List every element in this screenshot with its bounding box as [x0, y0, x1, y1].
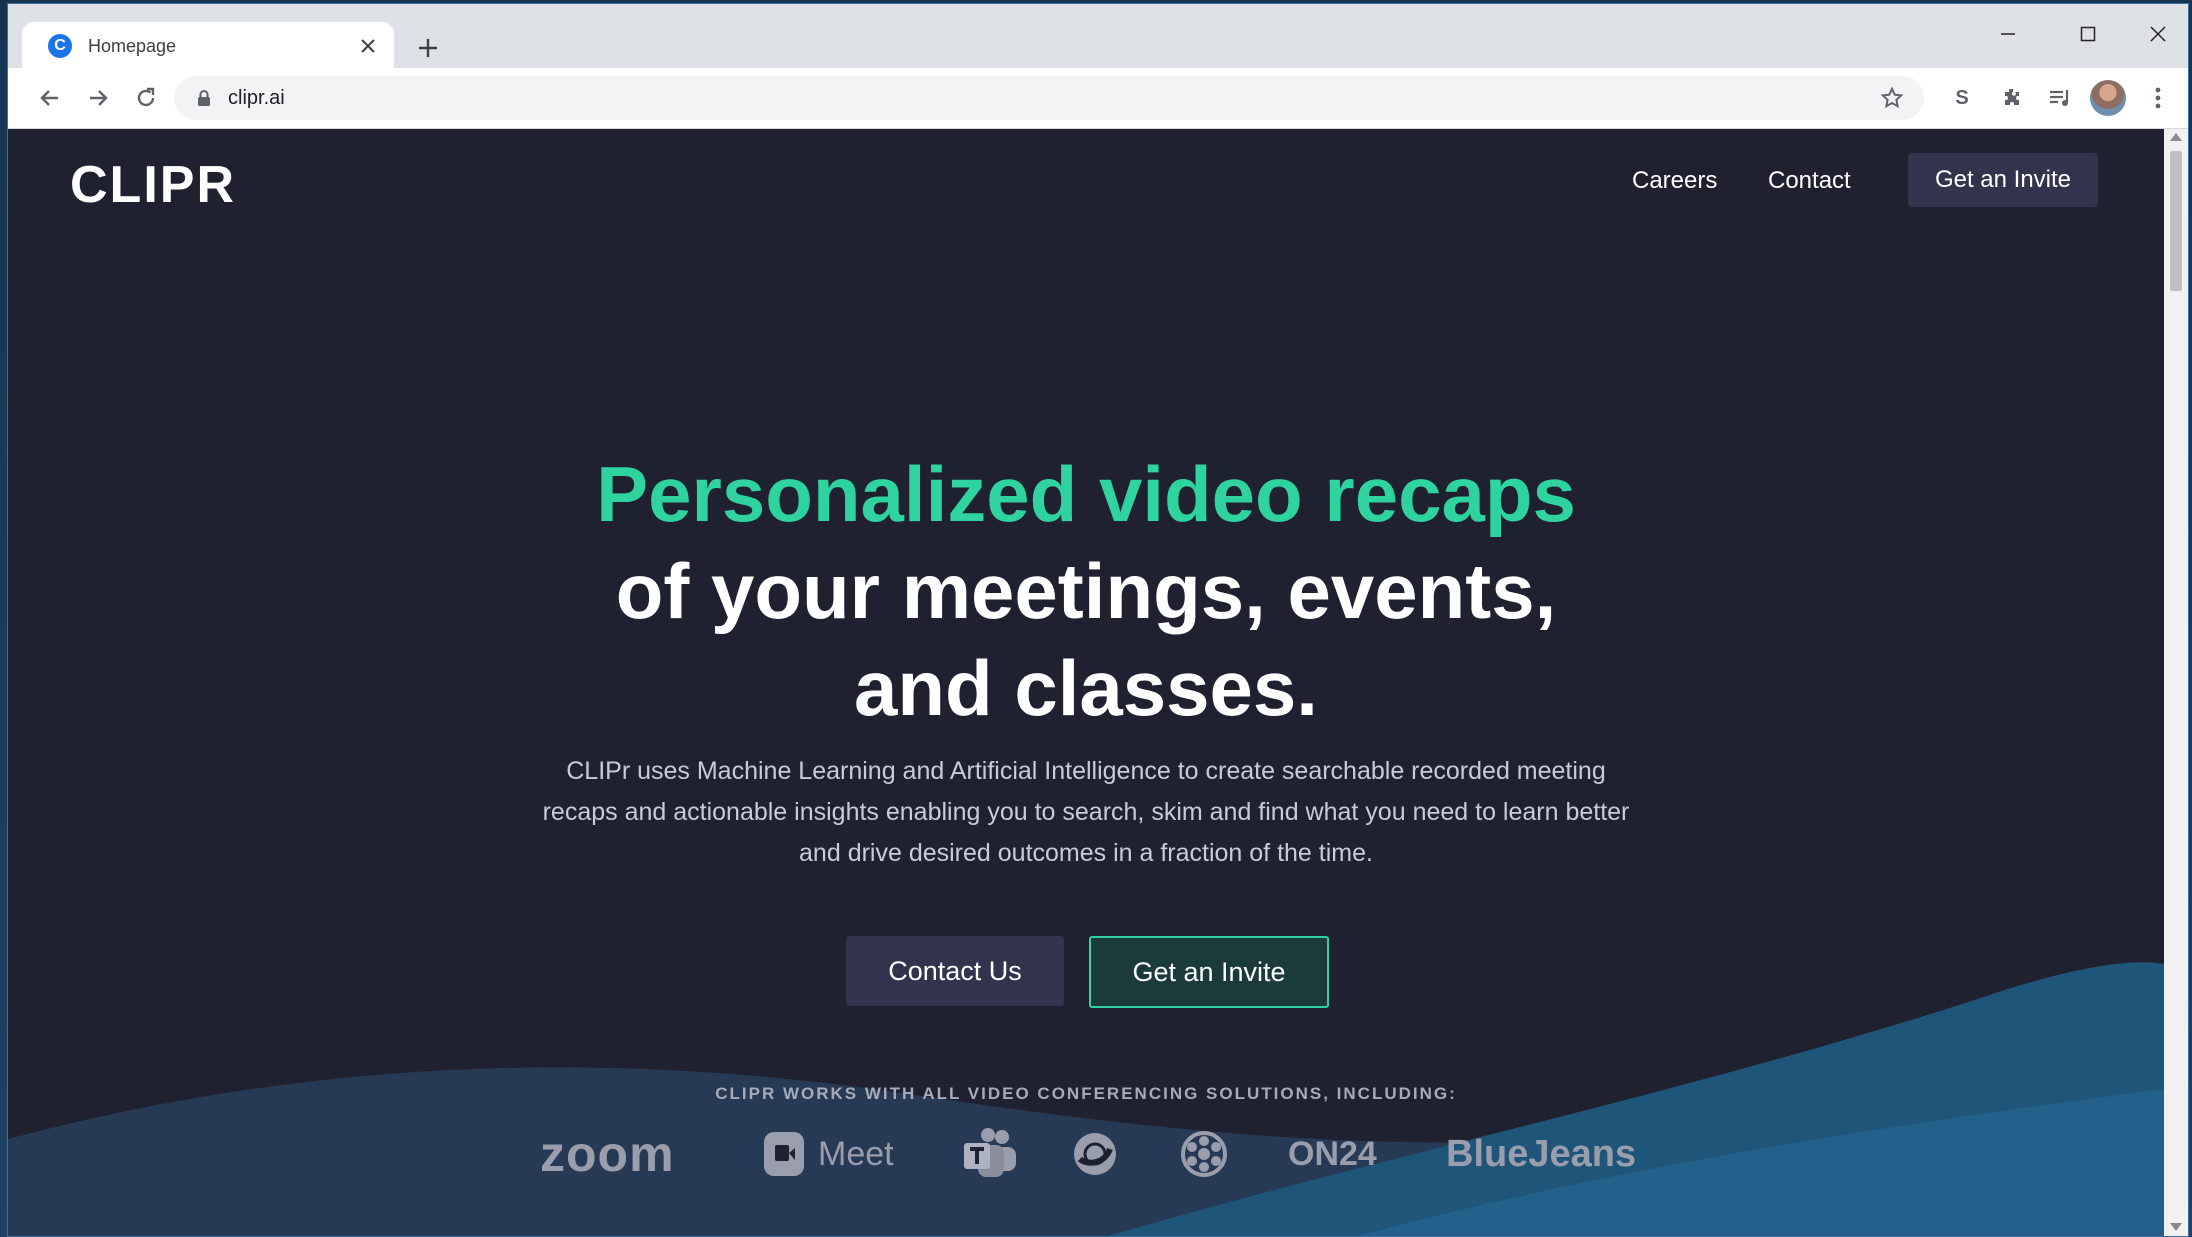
works-with-heading: CLIPR WORKS WITH ALL VIDEO CONFERENCING …	[715, 1084, 1457, 1103]
scroll-up-arrow-icon[interactable]	[2170, 133, 2182, 141]
nav-contact-link[interactable]: Contact	[1768, 167, 1851, 195]
get-invite-button[interactable]: Get an Invite	[1089, 936, 1329, 1008]
address-bar[interactable]: clipr.ai	[174, 76, 1924, 120]
on24-logo: ON24	[1288, 1134, 1377, 1173]
page-content: CLIPR Careers Contact Get an Invite Pers…	[8, 129, 2164, 1236]
tab-title: Homepage	[88, 35, 177, 56]
nav-get-invite-button[interactable]: Get an Invite	[1908, 153, 2098, 207]
bookmark-star-icon[interactable]	[1872, 78, 1912, 118]
meet-label: Meet	[818, 1134, 894, 1173]
page-scrollbar[interactable]	[2164, 129, 2188, 1236]
maximize-icon[interactable]	[2058, 14, 2118, 54]
scroll-thumb[interactable]	[2170, 151, 2182, 291]
clipr-favicon-icon: C	[48, 34, 72, 58]
meet-camera-icon	[764, 1132, 804, 1176]
hero-headline-line1: of your meetings, events,	[615, 547, 1557, 635]
scroll-down-arrow-icon[interactable]	[2170, 1223, 2182, 1231]
back-arrow-icon[interactable]	[30, 78, 70, 118]
more-menu-icon[interactable]	[2138, 78, 2178, 118]
zoom-logo: zoom	[540, 1126, 675, 1182]
browser-toolbar: clipr.ai S	[8, 68, 2188, 129]
lock-icon	[194, 88, 214, 108]
browser-window: C Homepage clipr.ai S CLIPR Careers Cont…	[8, 4, 2188, 1236]
gotomeeting-logo	[1180, 1119, 1228, 1189]
google-meet-logo: Meet	[764, 1119, 894, 1189]
clipr-logo[interactable]: CLIPR	[70, 155, 236, 215]
media-control-icon[interactable]	[2040, 78, 2080, 118]
profile-avatar[interactable]	[2090, 80, 2126, 116]
extension-s-icon[interactable]: S	[1942, 78, 1982, 118]
new-tab-button[interactable]	[408, 28, 448, 68]
tab-homepage[interactable]: C Homepage	[22, 22, 394, 70]
webex-logo	[1072, 1119, 1118, 1189]
bluejeans-logo: BlueJeans	[1446, 1132, 1637, 1175]
extensions-puzzle-icon[interactable]	[1992, 78, 2032, 118]
contact-us-button[interactable]: Contact Us	[846, 936, 1064, 1006]
url-text: clipr.ai	[228, 86, 285, 109]
window-close-icon[interactable]	[2128, 14, 2188, 54]
hero-description: CLIPr uses Machine Learning and Artifici…	[542, 757, 1630, 867]
forward-arrow-icon[interactable]	[78, 78, 118, 118]
reload-icon[interactable]	[126, 78, 166, 118]
close-tab-icon[interactable]	[354, 32, 382, 60]
tab-strip: C Homepage	[8, 4, 2188, 70]
minimize-icon[interactable]	[1978, 14, 2038, 54]
partner-logos: zoom Meet ON24 BlueJeans	[8, 1119, 2164, 1189]
microsoft-teams-logo	[962, 1119, 1020, 1189]
hero-headline-accent: Personalized video recaps	[596, 450, 1576, 538]
hero-headline-line2: and classes.	[854, 644, 1318, 732]
nav-careers-link[interactable]: Careers	[1632, 167, 1717, 195]
